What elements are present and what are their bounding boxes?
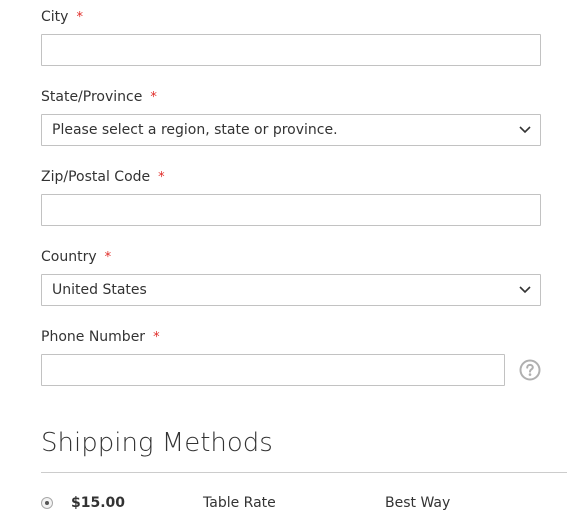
shipping-method-radio[interactable] [41,497,53,509]
country-select-value: United States [52,282,147,298]
chevron-down-icon [519,286,531,294]
required-asterisk: * [150,90,157,105]
country-label: Country * [41,248,111,267]
state-label: State/Province * [41,88,157,107]
phone-label-text: Phone Number [41,329,146,345]
zip-label: Zip/Postal Code * [41,168,165,187]
shipping-carrier-name: Best Way [385,495,451,511]
zip-label-text: Zip/Postal Code [41,169,151,185]
city-label: City * [41,8,83,27]
shipping-method-name: Table Rate [203,495,276,511]
country-label-text: Country [41,249,97,265]
radio-selected-dot [45,501,49,505]
shipping-methods-title: Shipping Methods [41,428,273,458]
city-input[interactable] [41,34,541,66]
zip-input[interactable] [41,194,541,226]
required-asterisk: * [158,170,165,185]
state-select-value: Please select a region, state or provinc… [52,122,338,138]
required-asterisk: * [153,330,160,345]
state-select[interactable]: Please select a region, state or provinc… [41,114,541,146]
shipping-method-price: $15.00 [71,495,126,511]
divider [41,472,567,473]
state-label-text: State/Province [41,89,143,105]
country-select[interactable]: United States [41,274,541,306]
city-label-text: City [41,9,69,25]
phone-input[interactable] [41,354,505,386]
phone-label: Phone Number * [41,328,160,347]
required-asterisk: * [104,250,112,265]
chevron-down-icon [519,126,531,134]
question-circle-icon[interactable] [519,359,541,381]
required-asterisk: * [76,10,83,25]
